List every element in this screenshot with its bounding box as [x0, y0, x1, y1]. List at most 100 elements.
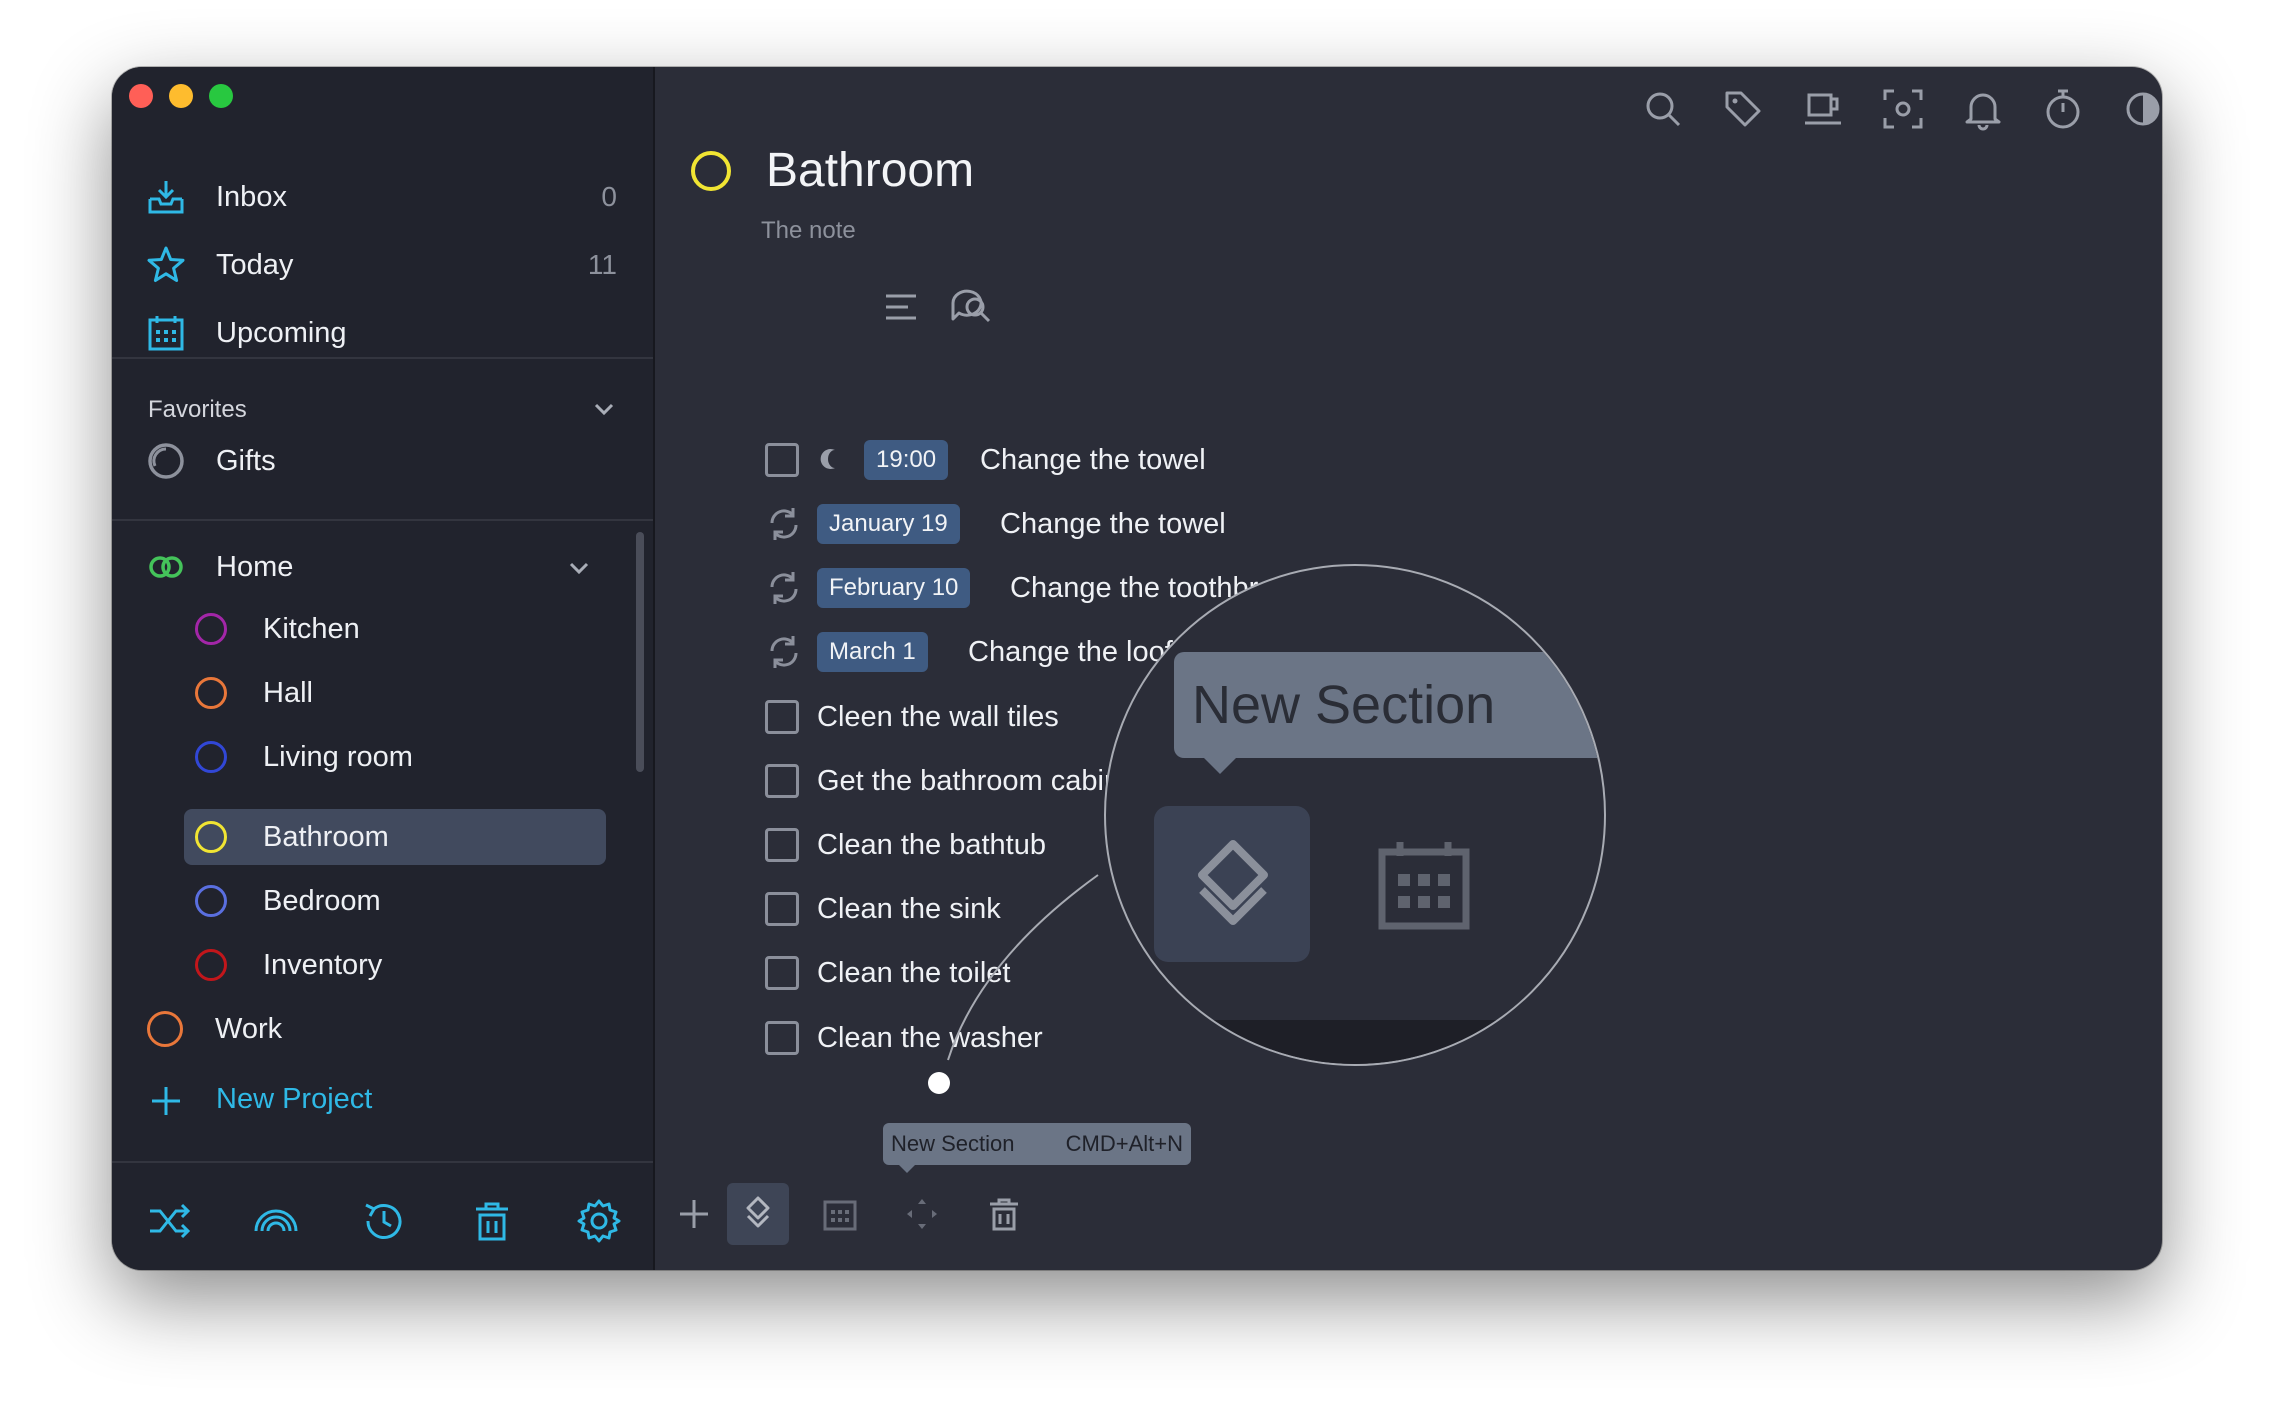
- task-checkbox[interactable]: [765, 764, 799, 798]
- sidebar-item-upcoming[interactable]: Upcoming: [112, 305, 653, 361]
- task-checkbox[interactable]: [765, 700, 799, 734]
- new-section-button[interactable]: [727, 1183, 789, 1245]
- magnified-new-section-button: [1154, 806, 1310, 962]
- delete-button[interactable]: [973, 1183, 1035, 1245]
- sidebar-item-gifts[interactable]: Gifts: [112, 433, 653, 489]
- task-row[interactable]: January 19 Change the towel: [765, 499, 1565, 549]
- new-section-icon: [1198, 840, 1268, 925]
- app-window: Inbox 0 Today 11 Upcoming Favorites Gift…: [112, 67, 2162, 1270]
- chevron-down-icon[interactable]: [564, 553, 594, 583]
- time-tag: 19:00: [864, 440, 949, 480]
- task-title: Clean the sink: [817, 893, 1001, 925]
- history-icon[interactable]: [360, 1197, 408, 1245]
- favorites-title: Favorites: [148, 396, 247, 423]
- magnified-footer: [1106, 1020, 1604, 1064]
- sidebar-item-bedroom[interactable]: Bedroom: [195, 873, 615, 929]
- sidebar-item-kitchen[interactable]: Kitchen: [195, 601, 615, 657]
- sidebar-item-inventory[interactable]: Inventory: [195, 937, 615, 993]
- repeat-icon: [770, 636, 798, 668]
- task-title: Clean the bathtub: [817, 829, 1046, 861]
- area-icon: [149, 556, 183, 578]
- sidebar-item-label: Upcoming: [216, 317, 347, 349]
- date-tag: March 1: [817, 632, 928, 672]
- sidebar-scrollbar[interactable]: [636, 532, 644, 772]
- zoom-window-button[interactable]: [209, 84, 233, 108]
- magnifier-anchor-dot: [928, 1072, 950, 1094]
- trash-icon[interactable]: [468, 1197, 516, 1245]
- moon-icon: [820, 449, 835, 469]
- divider: [112, 1161, 653, 1163]
- sidebar-item-hall[interactable]: Hall: [195, 665, 615, 721]
- circle-icon: [148, 443, 184, 479]
- magnified-tooltip-label: New Section: [1192, 675, 1496, 735]
- trash-icon: [990, 1198, 1018, 1231]
- sidebar: Inbox 0 Today 11 Upcoming Favorites Gift…: [112, 67, 655, 1270]
- date-tag: February 10: [817, 568, 971, 608]
- contrast-icon[interactable]: [2121, 87, 2162, 131]
- tooltip-label: New Section: [891, 1131, 1015, 1156]
- task-checkbox[interactable]: [765, 956, 799, 990]
- project-ring-icon: [195, 741, 227, 773]
- task-checkbox[interactable]: [765, 828, 799, 862]
- star-icon: [147, 246, 185, 282]
- menu-icon[interactable]: [881, 287, 921, 327]
- focus-icon[interactable]: [1881, 87, 1925, 131]
- new-section-tooltip: New Section CMD+Alt+N: [883, 1123, 1191, 1173]
- sidebar-item-living-room[interactable]: Living room: [195, 729, 615, 785]
- date-tag: January 19: [817, 504, 960, 544]
- magnifier-zoom: New Section: [1104, 564, 1606, 1066]
- coffee-icon[interactable]: [1801, 87, 1845, 131]
- calendar-icon: [1378, 842, 1470, 930]
- move-button[interactable]: [891, 1183, 953, 1245]
- page-title[interactable]: Bathroom: [766, 143, 974, 198]
- divider: [112, 357, 653, 359]
- task-title: Clean the washer: [817, 1022, 1043, 1054]
- repeat-icon: [770, 572, 798, 604]
- move-icon: [907, 1199, 937, 1229]
- sidebar-item-label: Inventory: [263, 949, 383, 981]
- calendar-icon: [148, 316, 184, 351]
- task-title: Change the towel: [1000, 508, 1226, 540]
- sidebar-item-label: Inbox: [216, 181, 287, 213]
- project-ring-icon: [147, 1011, 183, 1047]
- task-row[interactable]: 19:00 Change the towel: [765, 435, 1565, 485]
- schedule-button[interactable]: [809, 1183, 871, 1245]
- sidebar-item-bathroom[interactable]: Bathroom: [195, 809, 615, 865]
- divider: [112, 519, 653, 521]
- tag-icon[interactable]: [1721, 87, 1765, 131]
- search-icon[interactable]: [1641, 87, 1685, 131]
- sidebar-item-label: Today: [216, 249, 294, 281]
- chevron-down-icon[interactable]: [589, 394, 619, 424]
- task-title: Cleen the wall tiles: [817, 701, 1059, 733]
- project-ring-icon[interactable]: [691, 151, 731, 191]
- task-checkbox[interactable]: [765, 443, 799, 477]
- sidebar-item-today[interactable]: Today 11: [112, 237, 653, 293]
- rainbow-icon[interactable]: [252, 1197, 300, 1245]
- inbox-icon: [148, 181, 184, 214]
- sidebar-item-inbox[interactable]: Inbox 0: [112, 169, 653, 225]
- shuffle-icon[interactable]: [146, 1197, 194, 1245]
- search-tasks-icon[interactable]: [947, 283, 995, 331]
- sidebar-item-work[interactable]: Work: [147, 1001, 567, 1057]
- project-note[interactable]: The note: [761, 217, 856, 245]
- task-checkbox[interactable]: [765, 892, 799, 926]
- add-task-button[interactable]: [663, 1183, 725, 1245]
- project-ring-icon: [195, 949, 227, 981]
- today-count: 11: [587, 249, 617, 280]
- stopwatch-icon[interactable]: [2041, 87, 2085, 131]
- new-section-icon: [746, 1196, 770, 1228]
- close-window-button[interactable]: [129, 84, 153, 108]
- gear-icon[interactable]: [575, 1197, 623, 1245]
- sidebar-item-label: Work: [215, 1013, 283, 1045]
- task-title: Clean the toilet: [817, 957, 1011, 989]
- task-checkbox[interactable]: [765, 1021, 799, 1055]
- project-ring-icon: [195, 885, 227, 917]
- task-title: Change the towel: [980, 444, 1206, 476]
- task-title: Get the bathroom cabinet: [817, 765, 1145, 797]
- minimize-window-button[interactable]: [169, 84, 193, 108]
- sidebar-item-label: Hall: [263, 677, 313, 709]
- sidebar-item-label: Gifts: [216, 445, 276, 477]
- inbox-count: 0: [601, 181, 617, 212]
- project-ring-icon: [195, 677, 227, 709]
- bell-icon[interactable]: [1961, 87, 2005, 131]
